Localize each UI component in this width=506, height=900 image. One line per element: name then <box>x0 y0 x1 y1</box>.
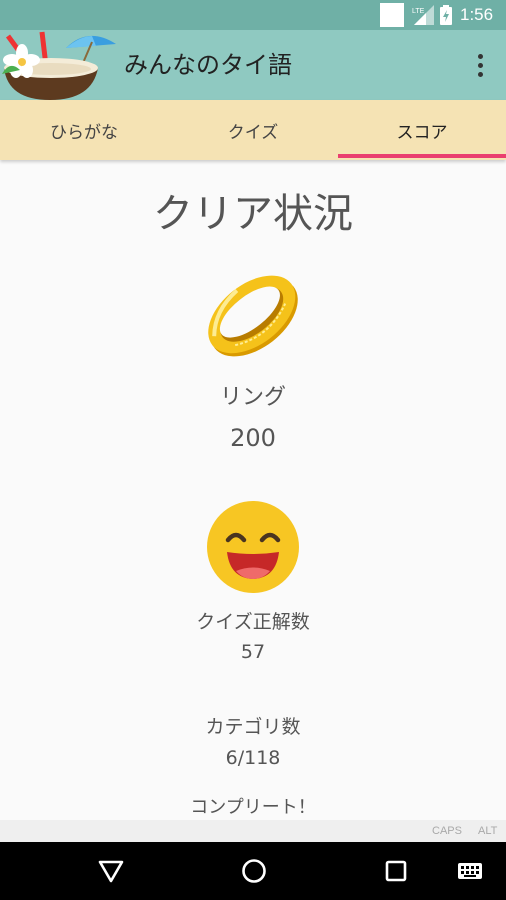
score-content: クリア状況 リング 200 クイズ正解数 57 カテゴリ数 6/118 コンプリ… <box>0 160 506 820</box>
gold-ring-icon <box>208 275 298 357</box>
ring-count: 200 <box>230 424 276 452</box>
caps-indicator: CAPS <box>432 825 462 837</box>
tab-hiragana[interactable]: ひらがな <box>0 100 168 160</box>
complete-label: コンプリート！ <box>190 797 316 818</box>
status-bar: LTE 1:56 <box>0 0 506 30</box>
selected-tab-indicator <box>338 154 506 158</box>
home-circle-icon[interactable] <box>240 857 268 885</box>
battery-icon <box>440 5 452 25</box>
smiling-face-icon <box>207 501 299 593</box>
tab-bar: ひらがな クイズ スコア <box>0 100 506 160</box>
recents-square-icon[interactable] <box>382 857 410 885</box>
notification-placeholder-icon <box>380 3 404 27</box>
category-count-label: カテゴリ数 <box>205 716 301 738</box>
alt-indicator: ALT <box>478 825 498 837</box>
back-triangle-icon[interactable] <box>97 857 125 885</box>
system-navigation-bar <box>0 842 506 900</box>
network-type-label: LTE <box>412 8 425 15</box>
page-title: クリア状況 <box>153 191 353 237</box>
app-bar: みんなのタイ語 <box>0 30 506 100</box>
keyboard-modifier-strip: CAPS ALT <box>0 820 506 842</box>
tab-score[interactable]: スコア <box>338 100 506 160</box>
category-count-value: 6/118 <box>225 747 281 769</box>
quiz-correct-label: クイズ正解数 <box>196 611 310 633</box>
quiz-correct-count: 57 <box>240 641 266 663</box>
tab-quiz[interactable]: クイズ <box>169 100 337 160</box>
lte-signal-icon: LTE <box>412 5 434 25</box>
more-vert-icon[interactable] <box>466 50 494 80</box>
app-title: みんなのタイ語 <box>124 51 292 79</box>
clock-time: 1:56 <box>460 5 494 24</box>
keyboard-icon[interactable] <box>456 857 484 885</box>
ring-label: リング <box>219 385 286 410</box>
coconut-drink-icon <box>2 31 116 100</box>
